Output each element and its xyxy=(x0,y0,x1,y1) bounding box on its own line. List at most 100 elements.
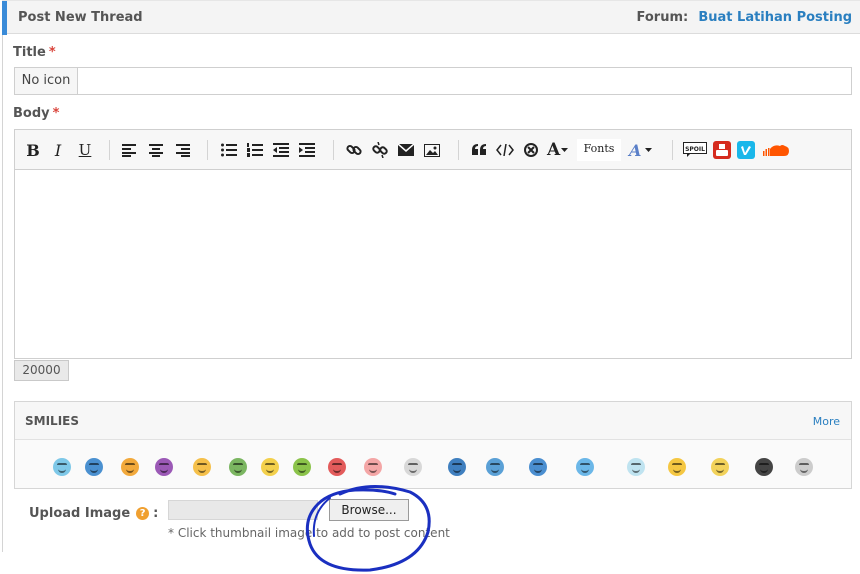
spoiler-label: SPOIL xyxy=(685,146,705,153)
vimeo-button[interactable] xyxy=(736,139,756,161)
page-title: Post New Thread xyxy=(18,10,143,25)
smiley-3-icon[interactable] xyxy=(121,458,139,476)
fonts-select[interactable]: Fonts xyxy=(577,139,621,161)
font-color-button[interactable]: A xyxy=(629,139,653,161)
soundcloud-icon xyxy=(763,145,789,156)
bullet-list-icon xyxy=(221,143,237,157)
smiley-7-icon[interactable] xyxy=(261,458,279,476)
toolbar-divider xyxy=(333,140,334,160)
smiley-11-icon[interactable] xyxy=(404,458,422,476)
smiley-5-icon[interactable] xyxy=(193,458,211,476)
image-icon xyxy=(424,143,440,157)
toolbar-divider xyxy=(109,140,110,160)
smiley-20-icon[interactable] xyxy=(795,458,813,476)
body-required-mark: * xyxy=(52,106,60,121)
link-icon xyxy=(346,144,362,156)
editor-toolbar: B I U A Fonts A SPOIL xyxy=(15,130,851,170)
vimeo-icon xyxy=(737,141,755,159)
bullet-list-button[interactable] xyxy=(219,139,239,161)
align-right-button[interactable] xyxy=(172,139,192,161)
character-counter: 20000 xyxy=(14,360,69,381)
smiley-4-icon[interactable] xyxy=(155,458,173,476)
smiley-15-icon[interactable] xyxy=(576,458,594,476)
upload-label-colon: : xyxy=(153,506,159,521)
smiley-9-icon[interactable] xyxy=(328,458,346,476)
smilies-header: SMILIES More xyxy=(15,402,851,440)
unlink-button[interactable] xyxy=(370,139,390,161)
post-icon-select[interactable]: No icon xyxy=(15,68,78,94)
body-label-text: Body xyxy=(13,106,50,121)
header-accent-bar xyxy=(2,1,7,35)
font-size-icon: A xyxy=(547,140,561,160)
youtube-icon xyxy=(713,141,731,159)
code-button[interactable] xyxy=(495,139,515,161)
smiley-1-icon[interactable] xyxy=(53,458,71,476)
code-icon xyxy=(496,144,514,156)
title-label-text: Title xyxy=(13,45,46,60)
toolbar-divider xyxy=(207,140,208,160)
title-required-mark: * xyxy=(48,45,56,60)
smiley-2-icon[interactable] xyxy=(85,458,103,476)
smiley-19-icon[interactable] xyxy=(755,458,773,476)
title-input[interactable] xyxy=(79,68,851,94)
font-size-button[interactable]: A xyxy=(547,139,569,161)
body-textarea[interactable] xyxy=(15,170,851,358)
browse-button[interactable]: Browse... xyxy=(329,499,409,521)
outdent-button[interactable] xyxy=(271,139,291,161)
smiley-14-icon[interactable] xyxy=(529,458,547,476)
toolbar-divider xyxy=(672,140,673,160)
smiley-6-icon[interactable] xyxy=(229,458,247,476)
align-right-icon xyxy=(176,144,190,157)
smiley-18-icon[interactable] xyxy=(711,458,729,476)
toolbar-divider xyxy=(458,140,459,160)
forum-info: Forum: Buat Latihan Posting xyxy=(637,10,852,25)
soundcloud-button[interactable] xyxy=(762,139,790,161)
body-label: Body * xyxy=(13,106,59,121)
spoiler-icon: SPOIL xyxy=(683,142,707,157)
link-button[interactable] xyxy=(344,139,364,161)
forum-link[interactable]: Buat Latihan Posting xyxy=(698,10,852,25)
forum-label: Forum: xyxy=(636,10,689,25)
unlink-icon xyxy=(372,142,388,158)
smiley-16-icon[interactable] xyxy=(627,458,645,476)
chevron-down-icon xyxy=(645,147,653,152)
underline-button[interactable]: U xyxy=(75,139,95,161)
align-left-icon xyxy=(122,144,136,157)
smiley-13-icon[interactable] xyxy=(486,458,504,476)
align-left-button[interactable] xyxy=(120,139,140,161)
smilies-more-link[interactable]: More xyxy=(813,415,840,428)
title-field: No icon xyxy=(14,67,852,95)
upload-image-label: Upload Image?: xyxy=(29,506,158,521)
chevron-down-icon xyxy=(561,147,569,152)
body-editor: B I U A Fonts A SPOIL xyxy=(14,129,852,359)
email-button[interactable] xyxy=(396,139,416,161)
email-icon xyxy=(398,144,414,156)
quote-button[interactable] xyxy=(469,139,489,161)
title-label: Title * xyxy=(13,45,56,60)
quote-icon xyxy=(471,144,486,155)
smilies-panel: SMILIES More xyxy=(14,401,852,489)
smiley-10-icon[interactable] xyxy=(364,458,382,476)
file-path-field[interactable] xyxy=(168,500,318,520)
font-color-icon: A xyxy=(629,140,642,160)
upload-note: * Click thumbnail image to add to post c… xyxy=(168,526,450,540)
numbered-list-button[interactable] xyxy=(245,139,265,161)
align-center-icon xyxy=(149,144,163,157)
help-icon[interactable]: ? xyxy=(136,507,150,520)
indent-icon xyxy=(299,143,315,157)
upload-label-text: Upload Image xyxy=(29,506,131,521)
strikethrough-circle-icon xyxy=(524,143,538,157)
bold-button[interactable]: B xyxy=(23,139,43,161)
indent-button[interactable] xyxy=(297,139,317,161)
italic-button[interactable]: I xyxy=(48,139,68,161)
outdent-icon xyxy=(273,143,289,157)
align-center-button[interactable] xyxy=(146,139,166,161)
smilies-title: SMILIES xyxy=(25,414,79,428)
smiley-17-icon[interactable] xyxy=(668,458,686,476)
remove-format-button[interactable] xyxy=(521,139,541,161)
smiley-12-icon[interactable] xyxy=(448,458,466,476)
smiley-8-icon[interactable] xyxy=(293,458,311,476)
youtube-button[interactable] xyxy=(712,139,732,161)
spoiler-button[interactable]: SPOIL xyxy=(683,139,707,161)
image-button[interactable] xyxy=(422,139,442,161)
